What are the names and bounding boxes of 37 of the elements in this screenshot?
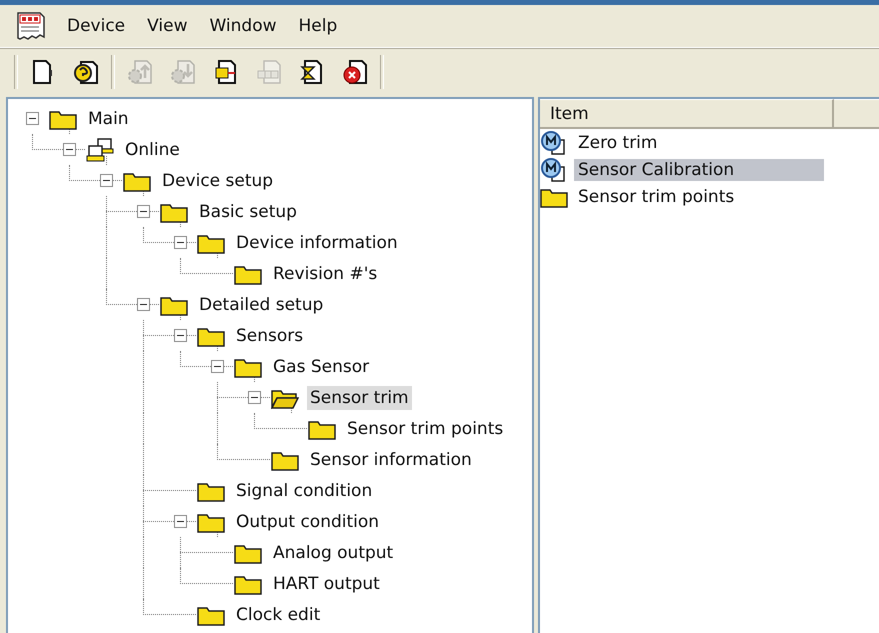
- menu-item[interactable]: View: [136, 14, 198, 38]
- tree-item[interactable]: Output condition: [233, 510, 382, 534]
- collapse-toggle-icon[interactable]: [174, 515, 187, 528]
- tree-item[interactable]: Analog output: [270, 540, 396, 564]
- tree-item[interactable]: Basic setup: [196, 200, 300, 224]
- collapse-toggle-icon[interactable]: [137, 298, 150, 311]
- collapse-toggle-icon[interactable]: [248, 391, 261, 404]
- tree-item[interactable]: HART output: [270, 572, 383, 596]
- collapse-toggle-icon[interactable]: [63, 143, 76, 156]
- collapse-toggle-icon[interactable]: [174, 236, 187, 249]
- tree-item[interactable]: Online: [122, 138, 183, 162]
- collapse-toggle-icon[interactable]: [211, 360, 224, 373]
- tree-item[interactable]: Signal condition: [233, 478, 376, 502]
- tree-item[interactable]: Detailed setup: [196, 292, 326, 316]
- collapse-toggle-icon[interactable]: [137, 205, 150, 218]
- tree-item[interactable]: Sensors: [233, 324, 306, 348]
- tree-item[interactable]: Sensor information: [307, 448, 475, 472]
- list-item[interactable]: Zero trim: [574, 132, 662, 154]
- computers-icon: [86, 138, 114, 162]
- tree-item[interactable]: Sensor trim: [307, 386, 412, 410]
- list-item[interactable]: Sensor trim points: [574, 186, 738, 208]
- menu-item[interactable]: Window: [198, 14, 288, 38]
- collapse-toggle-icon[interactable]: [174, 329, 187, 342]
- column-header[interactable]: Item: [540, 99, 834, 129]
- tree-item[interactable]: Revision #'s: [270, 262, 380, 286]
- list-item[interactable]: Sensor Calibration: [574, 158, 824, 180]
- tree-item[interactable]: Main: [85, 106, 132, 130]
- document-logo-icon: [16, 12, 46, 40]
- tree-item[interactable]: Device information: [233, 230, 401, 254]
- tree-item[interactable]: Clock edit: [233, 602, 324, 626]
- menu-item[interactable]: Help: [288, 14, 348, 38]
- tree-item[interactable]: Sensor trim points: [344, 416, 506, 440]
- tree-item[interactable]: Gas Sensor: [270, 354, 372, 378]
- collapse-toggle-icon[interactable]: [100, 174, 113, 187]
- tree-item[interactable]: Device setup: [159, 168, 276, 192]
- collapse-toggle-icon[interactable]: [26, 112, 39, 125]
- menu-item[interactable]: Device: [56, 14, 136, 38]
